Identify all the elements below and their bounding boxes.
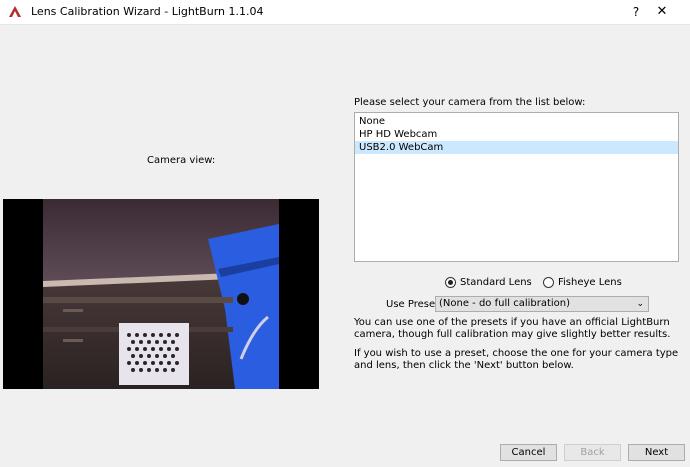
- fisheye-lens-option[interactable]: Fisheye Lens: [542, 277, 622, 289]
- preset-help-text: You can use one of the presets if you ha…: [354, 317, 671, 340]
- fisheye-lens-label: Fisheye Lens: [557, 277, 622, 288]
- lightburn-logo-icon: [7, 4, 23, 20]
- camera-list-item-usb2-webcam[interactable]: USB2.0 WebCam: [355, 141, 678, 154]
- standard-lens-radio[interactable]: [445, 277, 456, 288]
- close-button[interactable]: ✕: [647, 0, 677, 24]
- next-help-text: If you wish to use a preset, choose the …: [354, 348, 679, 371]
- window-title: Lens Calibration Wizard - LightBurn 1.1.…: [31, 5, 264, 18]
- camera-list-item-hp-hd-webcam[interactable]: HP HD Webcam: [355, 128, 678, 141]
- use-preset-label: Use Preset:: [386, 299, 443, 310]
- lens-type-group: Standard Lens Fisheye Lens: [445, 277, 622, 291]
- preset-dropdown[interactable]: (None - do full calibration) ⌄: [435, 296, 649, 312]
- next-button[interactable]: Next: [628, 444, 685, 461]
- camera-list-label: Please select your camera from the list …: [354, 97, 586, 108]
- close-icon: ✕: [656, 4, 668, 19]
- camera-view-image: [3, 199, 319, 389]
- standard-lens-label: Standard Lens: [460, 277, 532, 288]
- chevron-down-icon: ⌄: [636, 299, 644, 309]
- fisheye-lens-radio[interactable]: [542, 277, 554, 288]
- camera-list-item-none[interactable]: None: [355, 115, 678, 128]
- help-button[interactable]: ?: [625, 0, 647, 24]
- title-bar: Lens Calibration Wizard - LightBurn 1.1.…: [0, 0, 690, 25]
- cancel-button[interactable]: Cancel: [500, 444, 557, 461]
- standard-lens-option[interactable]: Standard Lens: [445, 277, 532, 289]
- camera-view-label: Camera view:: [147, 155, 216, 166]
- camera-list[interactable]: None HP HD Webcam USB2.0 WebCam: [354, 112, 679, 262]
- preset-dropdown-value: (None - do full calibration): [439, 298, 571, 309]
- back-button[interactable]: Back: [564, 444, 621, 461]
